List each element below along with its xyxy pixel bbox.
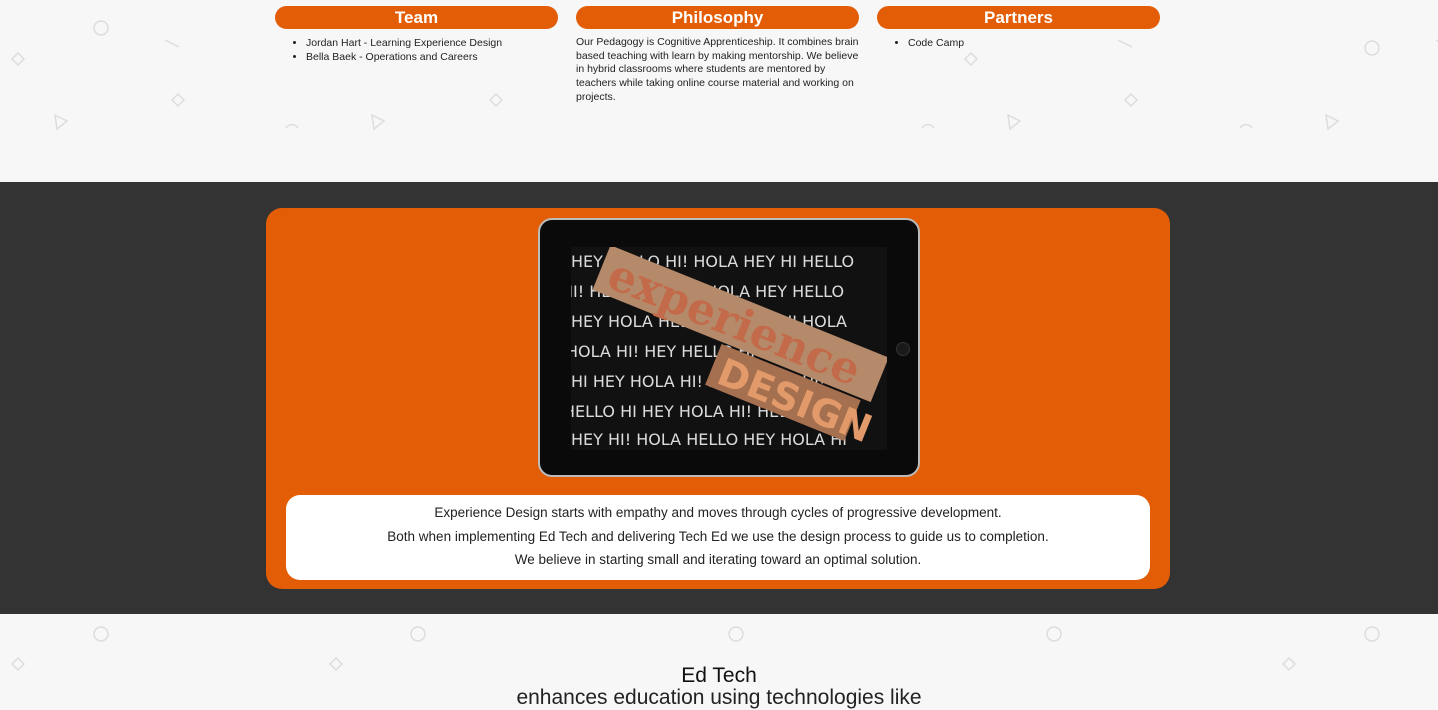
description-line: Both when implementing Ed Tech and deliv… — [387, 528, 1049, 544]
team-list: Jordan Hart - Learning Experience Design… — [306, 36, 558, 64]
team-member: Bella Baek - Operations and Careers — [306, 50, 558, 64]
ed-tech-section: Ed Tech enhances education using technol… — [0, 664, 1438, 710]
partner-item: Code Camp — [908, 36, 1160, 50]
tablet-home-button-icon — [896, 342, 910, 356]
partners-list: Code Camp — [908, 36, 1160, 50]
experience-design-section: HEY HELLO HI! HOLA HEY HI HELLO HI! HELL… — [0, 182, 1438, 614]
philosophy-column: Philosophy Our Pedagogy is Cognitive App… — [576, 6, 859, 105]
ed-tech-title: Ed Tech — [681, 664, 757, 687]
partners-heading: Partners — [877, 6, 1160, 29]
partners-column: Partners Code Camp — [877, 6, 1160, 50]
svg-text:HEY HI! HOLA HELLO HEY HOLA HI: HEY HI! HOLA HELLO HEY HOLA HI — [571, 430, 847, 449]
description-line: Experience Design starts with empathy an… — [434, 505, 1002, 520]
tablet-image: HEY HELLO HI! HOLA HEY HI HELLO HI! HELL… — [538, 218, 920, 477]
description-line: We believe in starting small and iterati… — [514, 552, 922, 567]
ed-tech-subtitle: enhances education using technologies li… — [516, 686, 922, 709]
info-section: Team Jordan Hart - Learning Experience D… — [0, 0, 1438, 182]
team-heading: Team — [275, 6, 558, 29]
experience-design-card: HEY HELLO HI! HOLA HEY HI HELLO HI! HELL… — [266, 208, 1170, 589]
team-member: Jordan Hart - Learning Experience Design — [306, 36, 558, 50]
experience-design-description: Experience Design starts with empathy an… — [286, 495, 1150, 580]
team-column: Team Jordan Hart - Learning Experience D… — [275, 6, 558, 64]
experience-design-image: HEY HELLO HI! HOLA HEY HI HELLO HI! HELL… — [571, 247, 887, 450]
philosophy-text: Our Pedagogy is Cognitive Apprenticeship… — [576, 36, 859, 103]
philosophy-heading: Philosophy — [576, 6, 859, 29]
